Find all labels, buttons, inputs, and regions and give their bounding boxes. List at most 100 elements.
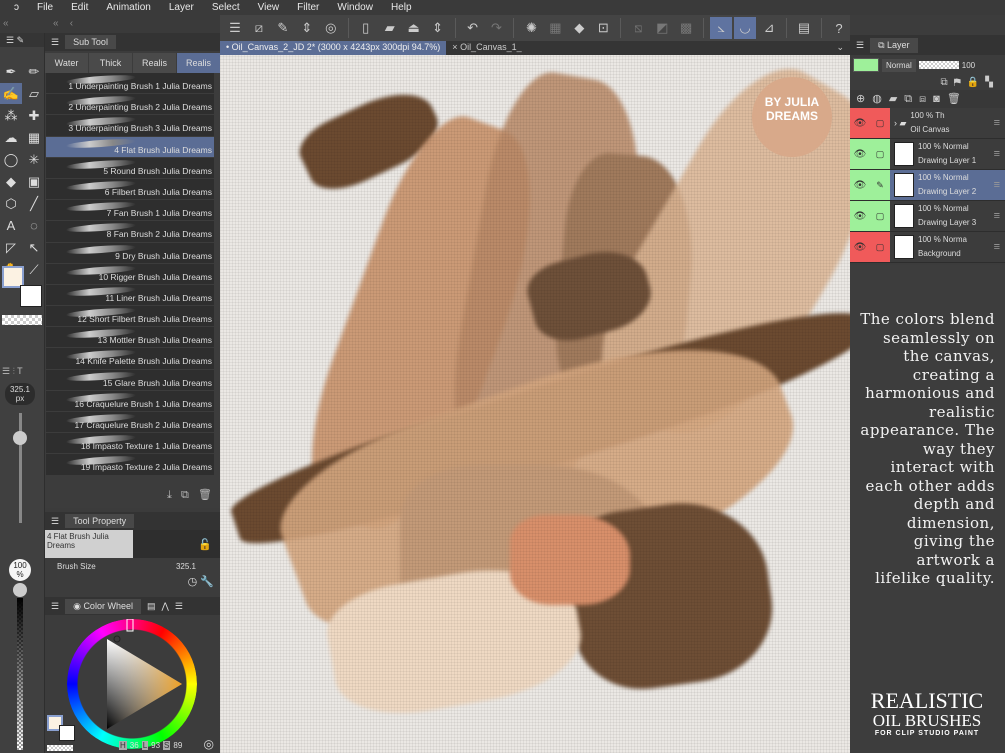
tab-watercolor[interactable]: Water	[45, 53, 88, 73]
menu-layer[interactable]: Layer	[169, 2, 194, 13]
chevron-down-icon[interactable]: ⌄	[830, 41, 850, 55]
brush-icon[interactable]: ✍	[0, 83, 22, 104]
device-icon[interactable]: ▤	[793, 17, 815, 39]
merge-icon[interactable]: ⧉	[904, 93, 919, 105]
checkbox-icon[interactable]: ▢	[870, 139, 890, 169]
tab-color-wheel[interactable]: ◉ Color Wheel	[65, 599, 141, 614]
lock-transparency-icon[interactable]: ▚	[985, 77, 999, 88]
invert-icon[interactable]: ◩	[651, 17, 673, 39]
clip-icon[interactable]: ⧉	[940, 77, 953, 88]
brush-item[interactable]: 14 Knife Palette Brush Julia Dreams	[46, 348, 214, 369]
color-triangle[interactable]	[67, 619, 197, 749]
opacity-handle[interactable]	[13, 583, 27, 597]
eye-icon[interactable]: 👁	[850, 108, 870, 138]
tab-realistic-2[interactable]: Realis	[177, 53, 220, 73]
saturation-value[interactable]: 89	[173, 741, 182, 750]
brush-item[interactable]: 11 Liner Brush Julia Dreams	[46, 285, 214, 306]
layer-row[interactable]: 👁▢› ▰100 % ThOil Canvas≡	[850, 108, 1005, 139]
pen-icon[interactable]: ✎	[870, 170, 890, 200]
mask-icon[interactable]: ◙	[933, 93, 947, 105]
reference-icon[interactable]: ⚑	[954, 77, 967, 88]
blend-mode-select[interactable]: Normal	[882, 59, 916, 72]
brush-item[interactable]: 10 Rigger Brush Julia Dreams	[46, 264, 214, 285]
layer-menu-icon[interactable]: ≡	[994, 210, 1000, 222]
open-folder-icon[interactable]: ▰	[379, 17, 401, 39]
chevron-updown-icon[interactable]: ⇕	[296, 17, 318, 39]
blend-icon[interactable]: ☁	[0, 127, 22, 148]
color-mode-icon[interactable]: ◎	[204, 737, 214, 751]
menu-icon[interactable]: ☰	[224, 17, 246, 39]
brush-size-handle[interactable]	[13, 431, 27, 445]
brush-item[interactable]: 7 Fan Brush 1 Julia Dreams	[46, 200, 214, 221]
layer-menu-icon[interactable]: ≡	[994, 148, 1000, 160]
tab-realistic-1[interactable]: Realis	[133, 53, 176, 73]
download-icon[interactable]: ⤓	[167, 489, 172, 501]
edit-icon[interactable]: ✎	[272, 17, 294, 39]
duplicate-icon[interactable]: ⧉	[181, 489, 189, 501]
airbrush-icon[interactable]: ⁂	[0, 105, 22, 126]
eye-icon[interactable]: 👁	[850, 201, 870, 231]
menu-help[interactable]: Help	[391, 2, 412, 13]
save-icon[interactable]: ⏏	[403, 17, 425, 39]
new-folder-icon[interactable]: ▰	[889, 93, 904, 105]
brush-item[interactable]: 2 Underpainting Brush 2 Julia Dreams	[46, 94, 214, 115]
transparent-swatch[interactable]	[47, 745, 73, 751]
layer-row[interactable]: 👁▢100 % NormaBackground≡	[850, 232, 1005, 263]
app-logo-icon[interactable]: ↄ	[14, 2, 19, 13]
reset-icon[interactable]: ◷	[188, 576, 198, 588]
sub-color-swatch[interactable]	[59, 725, 75, 741]
selection-icon[interactable]: ▩	[675, 17, 697, 39]
layer-color-button[interactable]	[853, 58, 879, 72]
brush-item[interactable]: 12 Short Filbert Brush Julia Dreams	[46, 306, 214, 327]
menu-select[interactable]: Select	[212, 2, 240, 13]
opacity-slider[interactable]	[919, 61, 959, 69]
layer-row[interactable]: 👁▢100 % NormalDrawing Layer 1≡	[850, 139, 1005, 170]
fill-icon[interactable]: ◆	[568, 17, 590, 39]
grid-snap-icon[interactable]: ⊿	[758, 17, 780, 39]
drawing-canvas[interactable]: BY JULIA DREAMS	[220, 55, 850, 753]
crop-icon[interactable]: ⧅	[627, 17, 649, 39]
magic-wand-icon[interactable]: ✳	[23, 149, 45, 170]
checkbox-icon[interactable]: ▢	[870, 232, 890, 262]
pen-icon[interactable]: ✒	[0, 61, 22, 82]
panel-collapse-bar[interactable]: « « ‹	[0, 15, 220, 33]
balloon-icon[interactable]: ◌	[23, 215, 45, 236]
fit-icon[interactable]: ⧄	[248, 17, 270, 39]
clear-icon[interactable]: ▦	[544, 17, 566, 39]
brush-item[interactable]: 16 Craquelure Brush 1 Julia Dreams	[46, 391, 214, 412]
undo-icon[interactable]: ↶	[462, 17, 484, 39]
menu-edit[interactable]: Edit	[71, 2, 88, 13]
layer-menu-icon[interactable]: ≡	[994, 179, 1000, 191]
lightness-value[interactable]: 93	[151, 741, 160, 750]
brush-item[interactable]: 3 Underpainting Brush 3 Julia Dreams	[46, 115, 214, 136]
new-vector-icon[interactable]: ◍	[872, 93, 889, 105]
deselect-icon[interactable]: ✺	[520, 17, 542, 39]
curve-snap-icon[interactable]: ◡	[734, 17, 756, 39]
lasso-icon[interactable]: ◯	[0, 149, 22, 170]
trash-icon[interactable]: 🗑	[198, 489, 212, 501]
figure-icon[interactable]: ▦	[23, 127, 45, 148]
fill-icon[interactable]: ◆	[0, 171, 22, 192]
brush-item[interactable]: 5 Round Brush Julia Dreams	[46, 158, 214, 179]
lock-icon[interactable]: 🔓	[198, 538, 212, 551]
3d-icon[interactable]: ⬡	[0, 193, 22, 214]
layer-menu-icon[interactable]: ≡	[994, 241, 1000, 253]
frame-icon[interactable]: ◸	[0, 237, 22, 258]
brush-item[interactable]: 8 Fan Brush 2 Julia Dreams	[46, 221, 214, 242]
eyedropper-icon[interactable]: ⟋	[23, 259, 45, 280]
transparent-color-swatch[interactable]	[2, 315, 42, 325]
brush-item[interactable]: 18 Impasto Texture 1 Julia Dreams	[46, 433, 214, 454]
brush-item[interactable]: 15 Glare Brush Julia Dreams	[46, 370, 214, 391]
eye-icon[interactable]: 👁	[850, 170, 870, 200]
line-icon[interactable]: ╱	[23, 193, 45, 214]
brush-size-field[interactable]: 325.1	[176, 562, 196, 571]
layer-row[interactable]: 👁✎100 % NormalDrawing Layer 2≡	[850, 170, 1005, 201]
menu-view[interactable]: View	[258, 2, 280, 13]
wrench-icon[interactable]: 🔧	[200, 576, 214, 588]
copy-icon[interactable]: ⧈	[919, 93, 933, 105]
color-slider-icon[interactable]: ⋀	[161, 601, 168, 612]
eye-icon[interactable]: 👁	[850, 139, 870, 169]
brush-item[interactable]: 6 Filbert Brush Julia Dreams	[46, 179, 214, 200]
menu-filter[interactable]: Filter	[297, 2, 319, 13]
trash-icon[interactable]: 🗑	[947, 93, 968, 105]
